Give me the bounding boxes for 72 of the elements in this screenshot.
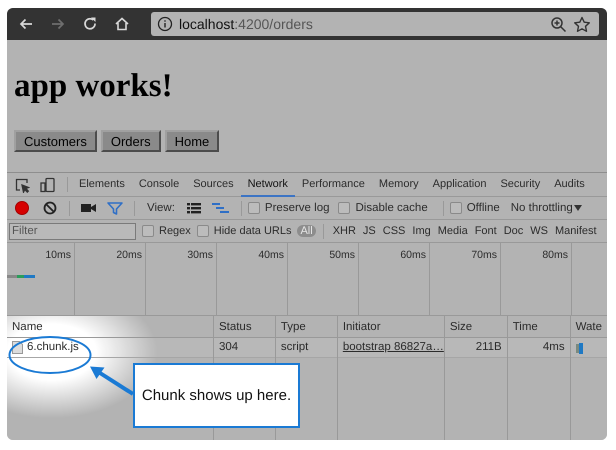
tick-label: 20ms [116,249,142,261]
nav-button[interactable]: Home [164,130,220,152]
devtools-tab[interactable]: Console [132,172,186,196]
tick-label: 50ms [329,249,355,261]
checkbox-label: Offline [466,202,500,214]
initiator-link[interactable]: bootstrap 86827a… [342,341,444,353]
devtools-tab[interactable]: Security [493,172,548,196]
throttling-dropdown[interactable]: No throttling [510,202,607,214]
type-filter[interactable]: XHR [330,225,359,237]
tick-label: 30ms [187,249,213,261]
type-filter[interactable]: JS [360,225,379,237]
devtools-tab[interactable]: Application [426,172,494,196]
address-bar[interactable]: localhost:4200/orders [151,12,599,36]
column-header[interactable]: Status [214,316,275,338]
devtools-tab[interactable]: Audits [547,172,592,196]
devtools-tab[interactable]: Performance [294,172,372,196]
option-checkbox[interactable]: Preserve log [248,202,330,214]
devtools-tab[interactable]: Elements [72,172,132,196]
devtools-tab[interactable]: Sources [186,172,241,196]
option-checkbox[interactable]: Hide data URLs [196,225,292,237]
table-cell: 304 [214,338,275,358]
type-filter[interactable]: CSS [380,225,408,237]
option-checkbox[interactable]: Disable cache [338,202,428,214]
tick-label: 10ms [45,249,71,261]
table-cell: script [276,338,337,358]
tick-label: 80ms [542,249,568,261]
view-label: View: [147,202,175,214]
home-icon[interactable] [113,15,131,33]
column-header[interactable]: Name [7,316,213,338]
type-filter[interactable]: Doc [500,225,526,237]
star-icon[interactable] [573,16,591,32]
checkbox-label: Preserve log [264,202,330,214]
pointer-arrow [88,364,134,396]
inspect-icon[interactable] [14,176,30,192]
tick-label: 70ms [471,249,497,261]
option-checkbox[interactable]: Regex [142,225,191,237]
tick-label: 60ms [400,249,426,261]
url-text: localhost:4200/orders [179,16,313,32]
checkbox[interactable] [142,225,154,237]
page-heading: app works! [14,67,173,106]
zoom-icon[interactable] [550,16,567,32]
table-cell: 211B [444,338,507,358]
type-filter[interactable]: Font [472,225,500,237]
callout-note: Chunk shows up here. [133,363,300,428]
checkbox-label: Hide data URLs [214,225,292,237]
type-filter[interactable]: WS [527,225,552,237]
nav-button[interactable]: Orders [100,130,161,152]
checkbox[interactable] [338,202,350,214]
nav-button[interactable]: Customers [14,130,97,152]
column-header[interactable]: Wate [570,316,607,338]
waterfall-bar-drawing [576,343,584,354]
devtools-tab[interactable]: Network [240,172,295,196]
checkbox-label: Disable cache [355,202,428,214]
type-filter[interactable]: Img [409,225,434,237]
info-icon[interactable] [157,16,173,32]
column-header[interactable]: Size [444,316,507,338]
devtools-tab[interactable]: Memory [372,172,426,196]
tick-label: 40ms [258,249,284,261]
table-cell: 4ms [508,338,570,358]
type-filter[interactable]: Media [434,225,471,237]
offline-checkbox[interactable]: Offline [450,202,500,214]
checkbox-label: Regex [159,225,191,237]
column-header[interactable]: Time [508,316,570,338]
type-filter[interactable]: Manifest [552,225,600,237]
checkbox[interactable] [248,202,260,214]
filter-field[interactable]: Filter [9,222,136,240]
checkbox[interactable] [196,225,209,237]
checkbox[interactable] [450,202,462,214]
column-header[interactable]: Initiator [338,316,444,338]
column-header[interactable]: Type [276,316,337,338]
timeline-bar-drawing [7,275,35,278]
caret-icon [573,204,583,212]
